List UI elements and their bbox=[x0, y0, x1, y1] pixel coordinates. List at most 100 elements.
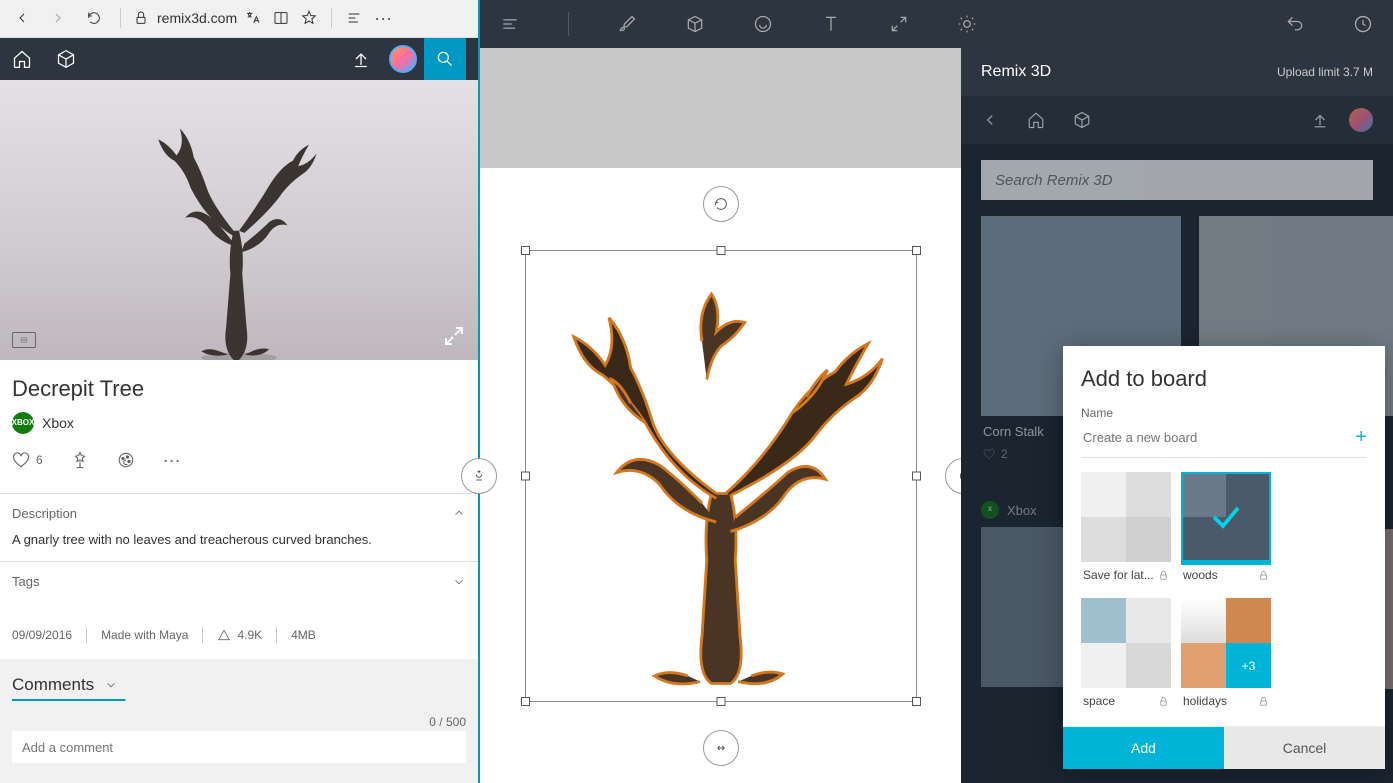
url-text: remix3d.com bbox=[157, 10, 237, 26]
community-icon[interactable] bbox=[56, 49, 76, 69]
resize-handle[interactable] bbox=[912, 246, 921, 255]
depth-handle[interactable] bbox=[703, 730, 739, 766]
resize-handle[interactable] bbox=[521, 246, 530, 255]
profile-avatar[interactable] bbox=[1349, 108, 1373, 132]
brush-icon[interactable] bbox=[617, 14, 637, 34]
board-tile-holidays[interactable]: +3 holidays bbox=[1181, 598, 1271, 714]
reading-list-icon[interactable] bbox=[346, 10, 362, 26]
effects-icon[interactable] bbox=[957, 14, 977, 34]
favorite-icon[interactable] bbox=[301, 10, 317, 26]
selected-object[interactable] bbox=[511, 236, 931, 716]
upload-icon[interactable] bbox=[1311, 111, 1329, 129]
resize-handle[interactable] bbox=[912, 471, 921, 480]
back-icon[interactable] bbox=[981, 111, 999, 129]
boards-grid: Save for lat... woods space +3 holid bbox=[1081, 472, 1367, 714]
model-preview[interactable] bbox=[0, 80, 478, 360]
model-info: Decrepit Tree XBOX Xbox 6 ··· bbox=[0, 360, 478, 493]
comments-toggle[interactable]: Comments bbox=[12, 675, 466, 695]
author-name: Xbox bbox=[42, 415, 74, 431]
upload-button[interactable] bbox=[340, 38, 382, 80]
community-icon[interactable] bbox=[1073, 111, 1091, 129]
add-button[interactable]: Add bbox=[1063, 727, 1224, 769]
lock-icon bbox=[1258, 696, 1269, 707]
canvas-icon[interactable] bbox=[889, 14, 909, 34]
board-tile-save-for-later[interactable]: Save for lat... bbox=[1081, 472, 1171, 588]
paint3d-app: Remix 3D Upload limit 3.7 M bbox=[480, 0, 1393, 783]
remix-panel-header: Remix 3D Upload limit 3.7 M bbox=[961, 48, 1393, 96]
description-text: A gnarly tree with no leaves and treache… bbox=[12, 531, 466, 549]
chevron-down-icon bbox=[104, 678, 118, 692]
address-bar[interactable]: remix3d.com bbox=[133, 10, 237, 26]
search-button[interactable] bbox=[424, 38, 466, 80]
home-icon[interactable] bbox=[12, 49, 32, 69]
undo-icon[interactable] bbox=[1285, 14, 1305, 34]
3d-shapes-icon[interactable] bbox=[685, 14, 705, 34]
remix3d-side-panel: Remix 3D Upload limit 3.7 M bbox=[961, 48, 1393, 783]
forward-button[interactable] bbox=[44, 4, 72, 32]
cancel-button[interactable]: Cancel bbox=[1224, 727, 1385, 769]
board-tile-space[interactable]: space bbox=[1081, 598, 1171, 714]
canvas-area[interactable] bbox=[480, 48, 961, 783]
author-row[interactable]: XBOX Xbox bbox=[12, 412, 466, 434]
lock-icon bbox=[1158, 570, 1169, 581]
xbox-badge-icon: XBOX bbox=[12, 412, 34, 434]
remix-panel-title: Remix 3D bbox=[981, 63, 1051, 81]
profile-avatar[interactable] bbox=[382, 38, 424, 80]
back-button[interactable] bbox=[8, 4, 36, 32]
description-section: Description A gnarly tree with no leaves… bbox=[0, 493, 478, 561]
lock-icon bbox=[1158, 696, 1169, 707]
model-size: 4MB bbox=[291, 628, 316, 642]
reading-icon[interactable] bbox=[273, 10, 289, 26]
translate-icon[interactable] bbox=[245, 10, 261, 26]
remix-button[interactable] bbox=[71, 451, 89, 469]
model-title: Decrepit Tree bbox=[12, 376, 466, 402]
add-board-button[interactable]: + bbox=[1355, 426, 1367, 449]
chevron-down-icon bbox=[452, 575, 466, 589]
modal-title: Add to board bbox=[1081, 366, 1367, 392]
canvas-tree-object[interactable] bbox=[531, 256, 911, 693]
browser-chrome: remix3d.com ··· bbox=[0, 0, 478, 38]
remix-search-input[interactable] bbox=[981, 160, 1373, 200]
paint-button[interactable] bbox=[117, 451, 135, 469]
lock-icon bbox=[1258, 570, 1269, 581]
resize-handle[interactable] bbox=[521, 697, 530, 706]
board-tile-woods[interactable]: woods bbox=[1181, 472, 1271, 588]
history-icon[interactable] bbox=[1353, 14, 1373, 34]
like-button[interactable]: 6 bbox=[12, 451, 43, 469]
meta-row: 09/09/2016 Made with Maya 4.9K 4MB bbox=[0, 611, 478, 659]
resize-handle[interactable] bbox=[912, 697, 921, 706]
refresh-button[interactable] bbox=[80, 4, 108, 32]
add-to-board-modal: Add to board Name + Save for lat... bbox=[1063, 346, 1385, 769]
description-toggle[interactable]: Description bbox=[12, 506, 466, 521]
char-count: 0 / 500 bbox=[12, 715, 466, 729]
home-icon[interactable] bbox=[1027, 111, 1045, 129]
model-date: 09/09/2016 bbox=[12, 628, 72, 642]
upload-limit: Upload limit 3.7 M bbox=[1277, 65, 1373, 79]
dots-icon[interactable]: ··· bbox=[374, 8, 392, 29]
text-icon[interactable] bbox=[821, 14, 841, 34]
rotate-y-handle[interactable] bbox=[461, 458, 497, 494]
view-3d-badge[interactable] bbox=[12, 332, 36, 348]
more-button[interactable]: ··· bbox=[163, 450, 181, 471]
expand-icon[interactable] bbox=[442, 324, 466, 348]
resize-handle[interactable] bbox=[716, 246, 725, 255]
remix-site-header bbox=[0, 38, 478, 80]
model-madewith: Made with Maya bbox=[101, 628, 188, 642]
name-label: Name bbox=[1081, 406, 1367, 420]
resize-handle[interactable] bbox=[521, 471, 530, 480]
chevron-up-icon bbox=[452, 506, 466, 520]
browser-panel: remix3d.com ··· bbox=[0, 0, 480, 783]
tree-preview-image bbox=[0, 80, 478, 360]
comments-section: Comments 0 / 500 bbox=[0, 659, 478, 783]
tags-toggle[interactable]: Tags bbox=[12, 574, 466, 589]
comment-input[interactable] bbox=[12, 731, 466, 763]
lock-icon bbox=[133, 10, 149, 26]
paint3d-toolbar bbox=[480, 0, 1393, 48]
remix-subheader bbox=[961, 96, 1393, 144]
resize-handle[interactable] bbox=[716, 697, 725, 706]
new-board-input[interactable] bbox=[1081, 428, 1345, 447]
menu-icon[interactable] bbox=[500, 14, 520, 34]
view-count: 4.9K bbox=[217, 628, 262, 642]
rotate-z-handle[interactable] bbox=[703, 186, 739, 222]
stickers-icon[interactable] bbox=[753, 14, 773, 34]
